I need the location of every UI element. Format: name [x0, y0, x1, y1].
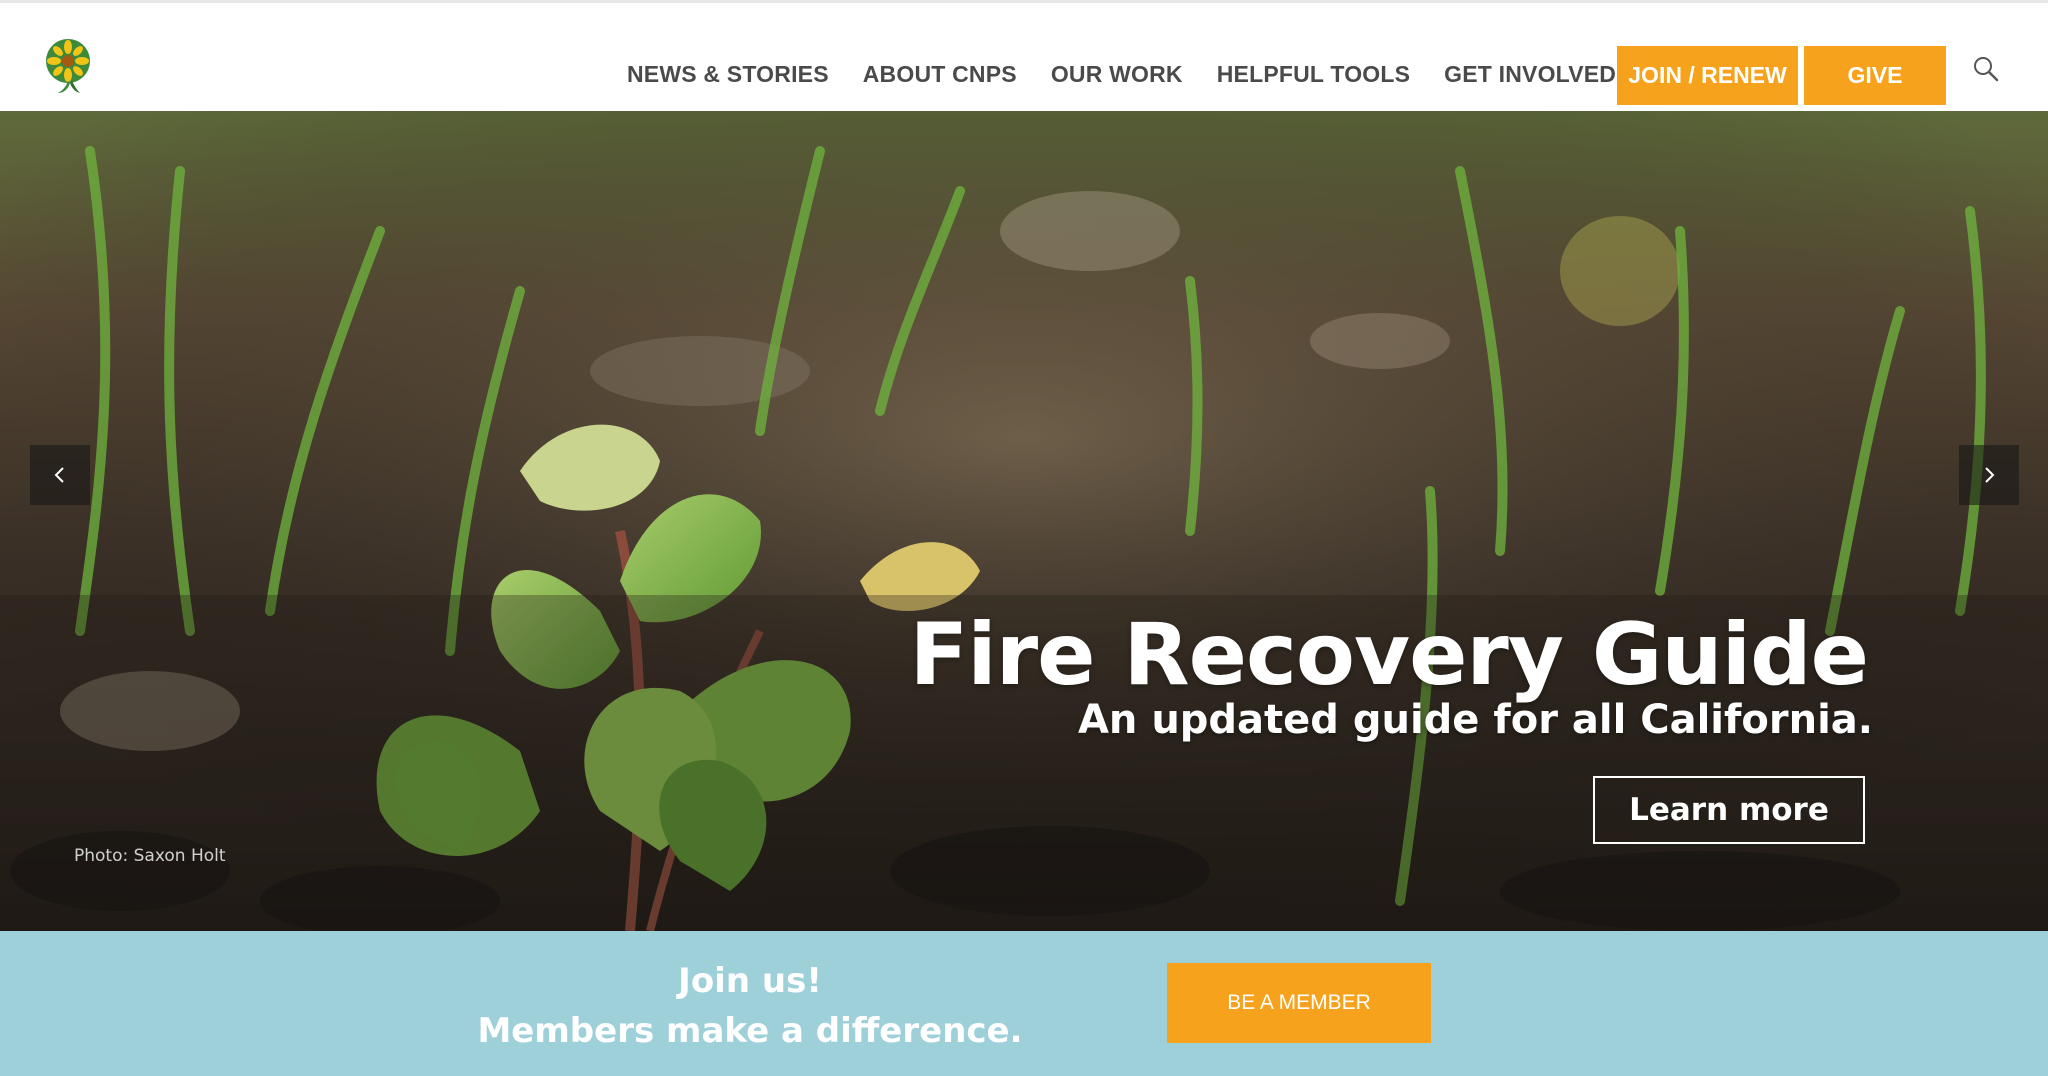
hero-carousel: Fire Recovery Guide An updated guide for… — [0, 111, 2048, 931]
join-renew-button[interactable]: JOIN / RENEW — [1617, 46, 1798, 105]
learn-more-button[interactable]: Learn more — [1593, 776, 1865, 844]
chevron-left-icon — [54, 467, 64, 483]
give-button[interactable]: GIVE — [1804, 46, 1946, 105]
main-nav: NEWS & STORIES ABOUT CNPS OUR WORK HELPF… — [627, 61, 1650, 88]
photo-credit: Photo: Saxon Holt — [74, 846, 226, 866]
chevron-right-icon — [1985, 467, 1995, 483]
cnps-logo[interactable] — [44, 37, 92, 95]
search-icon[interactable] — [1972, 55, 2000, 83]
hero-title: Fire Recovery Guide — [909, 605, 1869, 705]
be-a-member-button[interactable]: BE A MEMBER — [1167, 963, 1431, 1043]
nav-get-involved[interactable]: GET INVOLVED — [1444, 61, 1616, 88]
nav-helpful-tools[interactable]: HELPFUL TOOLS — [1217, 61, 1410, 88]
nav-about-cnps[interactable]: ABOUT CNPS — [863, 61, 1017, 88]
carousel-prev-button[interactable] — [30, 445, 90, 505]
site-header: NEWS & STORIES ABOUT CNPS OUR WORK HELPF… — [0, 3, 2048, 111]
member-heading: Join us! — [678, 961, 822, 1001]
member-tagline: Members make a difference. — [477, 1011, 1023, 1051]
member-callout: Join us! Members make a difference. BE A… — [0, 931, 2048, 1076]
hero-subtitle: An updated guide for all California. — [1077, 697, 1873, 743]
nav-news-stories[interactable]: NEWS & STORIES — [627, 61, 829, 88]
nav-our-work[interactable]: OUR WORK — [1051, 61, 1183, 88]
carousel-next-button[interactable] — [1959, 445, 2019, 505]
